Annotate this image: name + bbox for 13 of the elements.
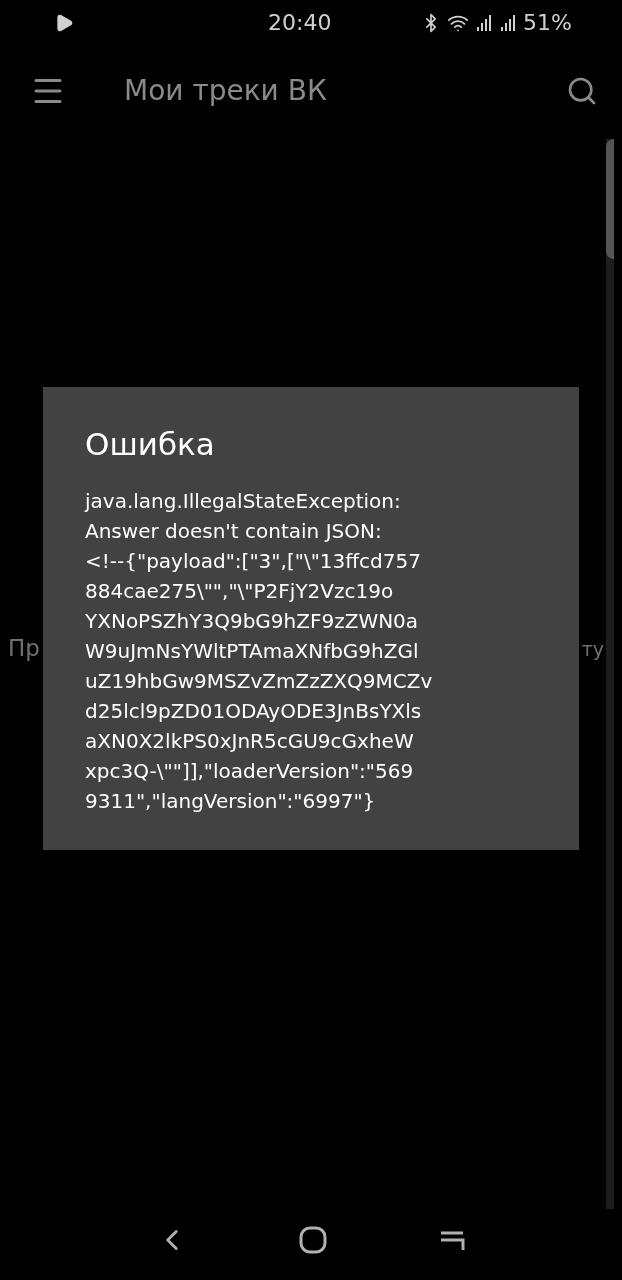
signal-icon — [475, 12, 494, 33]
battery-level: 51% — [523, 9, 572, 37]
app-title: Мои треки ВК — [124, 73, 327, 109]
home-icon[interactable] — [298, 1225, 328, 1255]
error-message: java.lang.IllegalStateException: Answer doesn't contain JSON: <!--{"payload":["3",["\"13ffcd757 884cae275\"","\"P2FjY2Vzc19o YXNoPSZhY3Q9bG9hZF9zZWN0a W9uJmNsYWltPTAmaXNfbG9hZGl uZ19hbGw9MSZvZmZzZXQ9MCZv d25lcl9pZD01ODAyODE3JnBsYXls aXN0X2lkPS0xJnR5cGU9cGxheW xpc3Q-\""]],"loaderVersion":"569 9311","langVersion":"6997"} — [85, 487, 434, 815]
search-icon[interactable] — [566, 75, 598, 107]
status-time: 20:40 — [268, 9, 332, 37]
background-text: Пр — [8, 634, 40, 663]
play-icon — [54, 12, 74, 33]
signal-icon — [499, 12, 518, 33]
dialog-title: Ошибка — [85, 425, 216, 464]
background-text: ту — [581, 637, 604, 662]
scrollbar[interactable] — [606, 139, 614, 1209]
